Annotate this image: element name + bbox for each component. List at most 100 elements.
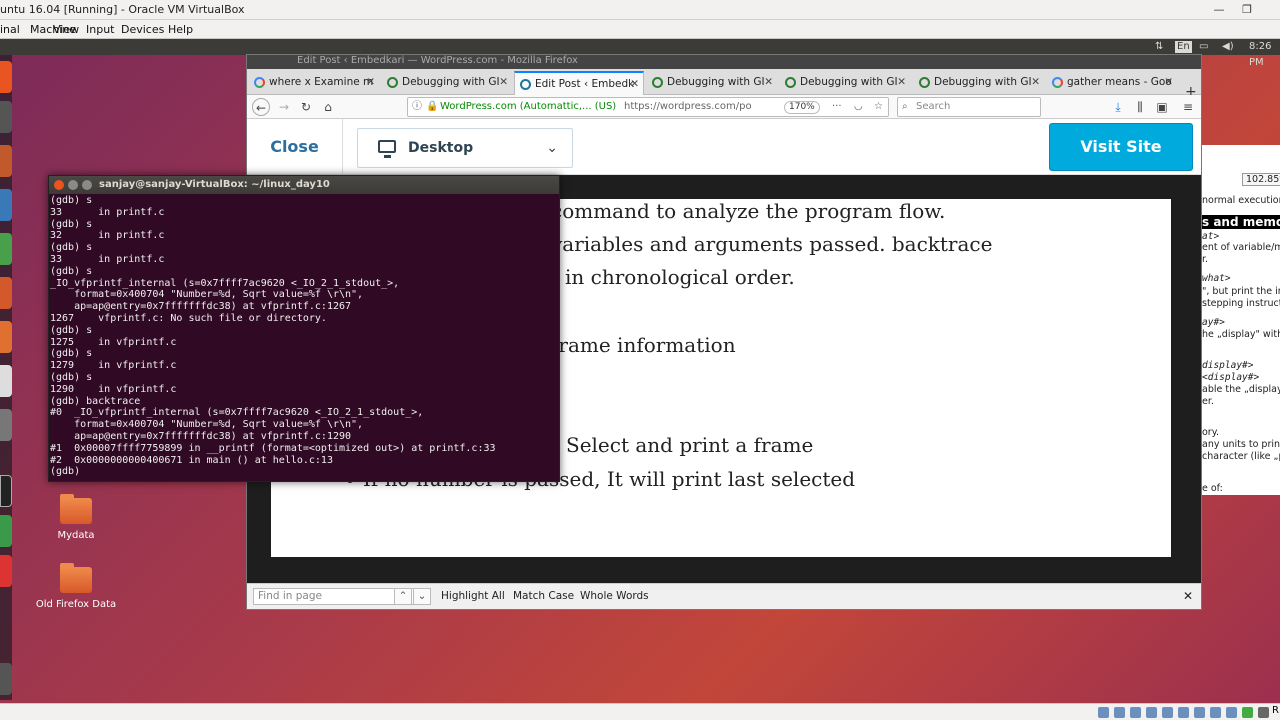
device-dropdown[interactable]: Desktop ⌄ bbox=[357, 128, 573, 168]
doc-line: ", but print the in bbox=[1202, 286, 1280, 297]
host-key-icon[interactable] bbox=[1258, 707, 1269, 718]
close-tab-icon[interactable]: ✕ bbox=[1031, 71, 1040, 93]
launcher-item-terminal[interactable] bbox=[0, 475, 12, 507]
desktop-icon-mydata[interactable]: Mydata bbox=[31, 494, 121, 541]
menu-view[interactable]: View bbox=[53, 20, 79, 39]
maximize-icon[interactable]: ❐ bbox=[1236, 0, 1258, 20]
find-next-icon[interactable]: ⌄ bbox=[413, 588, 431, 605]
clock[interactable]: 8:26 PM bbox=[1249, 39, 1280, 71]
downloads-icon[interactable]: ⤓ bbox=[1109, 98, 1127, 116]
network-icon[interactable]: ⇅ bbox=[1155, 39, 1163, 55]
menu-devices[interactable]: Devices bbox=[121, 20, 164, 39]
url-bar[interactable]: ⓘ 🔒 WordPress.com (Automattic,... (US) h… bbox=[407, 97, 889, 117]
terminal-window[interactable]: sanjay@sanjay-VirtualBox: ~/linux_day10 … bbox=[48, 175, 560, 482]
launcher-item-firefox[interactable] bbox=[0, 145, 12, 177]
close-tab-icon[interactable]: ✕ bbox=[499, 71, 508, 93]
generic-page-icon bbox=[785, 77, 796, 88]
tab[interactable]: Debugging with GI ✕ bbox=[780, 71, 910, 95]
tab[interactable]: Debugging with GI ✕ bbox=[647, 71, 777, 95]
launcher-item-amazon[interactable] bbox=[0, 365, 12, 397]
hamburger-menu-icon[interactable]: ≡ bbox=[1179, 98, 1197, 116]
doc-heading: s and memo bbox=[1202, 215, 1280, 229]
doc-line: character (like „p bbox=[1202, 451, 1280, 462]
terminal-output[interactable]: (gdb) s 33 in printf.c (gdb) s 32 in printf… bbox=[49, 195, 559, 481]
device-label: Desktop bbox=[408, 140, 474, 156]
launcher-item-impress[interactable] bbox=[0, 277, 12, 309]
close-button[interactable]: Close bbox=[247, 119, 343, 175]
close-findbar-icon[interactable]: ✕ bbox=[1183, 584, 1193, 608]
close-tab-icon[interactable]: ✕ bbox=[366, 71, 375, 93]
launcher-item-calc[interactable] bbox=[0, 233, 12, 265]
terminal-line: format=0x400704 "Number=%d, Sqrt value=%… bbox=[50, 419, 364, 431]
back-arrow-icon[interactable]: ← bbox=[252, 98, 270, 116]
network-adapter-icon[interactable] bbox=[1146, 707, 1157, 718]
launcher-item-app2[interactable] bbox=[0, 555, 12, 587]
terminal-line: (gdb) s bbox=[50, 195, 93, 206]
visit-site-button[interactable]: Visit Site bbox=[1049, 123, 1193, 171]
forward-arrow-icon[interactable]: → bbox=[275, 98, 293, 116]
tab[interactable]: gather means - Goo ✕ bbox=[1047, 71, 1177, 95]
disk-icon[interactable] bbox=[1098, 707, 1109, 718]
close-tab-icon[interactable]: ✕ bbox=[897, 71, 906, 93]
info-icon[interactable]: ⓘ bbox=[412, 98, 422, 116]
search-field[interactable]: ⌕ Search bbox=[897, 97, 1041, 117]
preview-text: frame information bbox=[551, 333, 736, 357]
launcher-item-software[interactable] bbox=[0, 321, 12, 353]
minimize-icon[interactable] bbox=[68, 180, 78, 190]
menu-help[interactable]: Help bbox=[168, 20, 193, 39]
site-identity[interactable]: WordPress.com (Automattic,... (US) bbox=[440, 98, 616, 116]
launcher-item-dash[interactable] bbox=[0, 61, 12, 93]
battery-icon[interactable]: ▭ bbox=[1199, 39, 1208, 55]
sidebar-icon[interactable]: ▣ bbox=[1153, 98, 1171, 116]
usb-icon[interactable] bbox=[1162, 707, 1173, 718]
close-tab-icon[interactable]: ✕ bbox=[1164, 71, 1173, 93]
close-tab-icon[interactable]: ✕ bbox=[630, 73, 639, 95]
highlight-all-option[interactable]: Highlight All bbox=[441, 584, 505, 608]
close-tab-icon[interactable]: ✕ bbox=[764, 71, 773, 93]
zoom-indicator[interactable]: 170% bbox=[784, 101, 820, 114]
terminal-line: 33 in printf.c bbox=[50, 206, 165, 218]
desktop-icon-old-firefox-data[interactable]: Old Firefox Data bbox=[31, 563, 121, 610]
terminal-line: ap=ap@entry=0x7fffffffdc38) at vfprintf.… bbox=[50, 301, 352, 313]
page-actions-icon[interactable]: ··· bbox=[832, 98, 842, 116]
whole-words-option[interactable]: Whole Words bbox=[580, 584, 649, 608]
keyboard-lang-indicator[interactable]: En bbox=[1175, 41, 1192, 53]
cpu-icon[interactable] bbox=[1226, 707, 1237, 718]
audio-icon[interactable] bbox=[1130, 707, 1141, 718]
capture-icon[interactable] bbox=[1210, 707, 1221, 718]
lock-icon[interactable]: 🔒 bbox=[426, 98, 438, 116]
minimize-icon[interactable]: — bbox=[1208, 0, 1230, 20]
launcher-item-writer[interactable] bbox=[0, 189, 12, 221]
menu-file-partial[interactable]: inal bbox=[0, 20, 20, 39]
launcher-item-files[interactable] bbox=[0, 101, 12, 133]
shared-folder-icon[interactable] bbox=[1178, 707, 1189, 718]
reload-icon[interactable]: ↻ bbox=[297, 98, 315, 116]
doc-line: able the „display" bbox=[1202, 384, 1280, 395]
match-case-option[interactable]: Match Case bbox=[513, 584, 574, 608]
find-previous-icon[interactable]: ⌃ bbox=[394, 588, 412, 605]
volume-icon[interactable]: ◀) bbox=[1222, 39, 1234, 55]
desktop-icon-label: Mydata bbox=[57, 530, 95, 541]
library-icon[interactable]: ⫼ bbox=[1131, 98, 1149, 116]
launcher-item-trash[interactable] bbox=[0, 663, 12, 695]
launcher-item-settings[interactable] bbox=[0, 409, 12, 441]
url-text[interactable]: https://wordpress.com/po bbox=[624, 98, 752, 116]
close-icon[interactable] bbox=[54, 180, 64, 190]
tab[interactable]: Debugging with GI ✕ bbox=[382, 71, 512, 95]
tab-active[interactable]: Edit Post ‹ Embedk ✕ bbox=[514, 71, 644, 95]
pocket-icon[interactable]: ◡ bbox=[854, 98, 863, 116]
terminal-line: 1275 in vfprintf.c bbox=[50, 336, 177, 348]
home-icon[interactable]: ⌂ bbox=[319, 98, 337, 116]
optical-icon[interactable] bbox=[1114, 707, 1125, 718]
tab[interactable]: Debugging with GI ✕ bbox=[914, 71, 1044, 95]
find-bar: Find in page ⌃ ⌄ Highlight All Match Cas… bbox=[247, 583, 1201, 609]
search-placeholder: Search bbox=[916, 101, 951, 112]
maximize-icon[interactable] bbox=[82, 180, 92, 190]
display-icon[interactable] bbox=[1194, 707, 1205, 718]
launcher-item-app[interactable] bbox=[0, 515, 12, 547]
mouse-integration-icon[interactable] bbox=[1242, 707, 1253, 718]
menu-input[interactable]: Input bbox=[86, 20, 114, 39]
generic-page-icon bbox=[652, 77, 663, 88]
tab[interactable]: where x Examine m ✕ bbox=[249, 71, 379, 95]
bookmark-star-icon[interactable]: ☆ bbox=[874, 98, 883, 116]
